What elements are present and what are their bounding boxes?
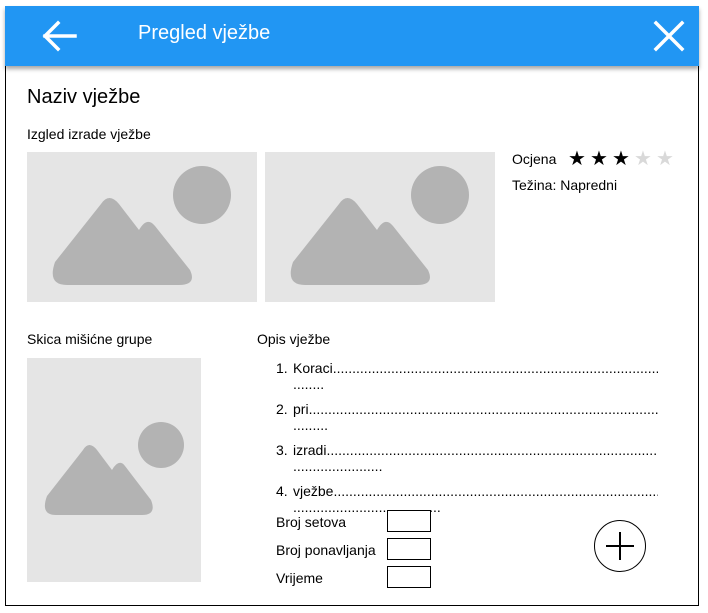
step-dots: ........................................… [332,360,658,376]
step-continuation: ......... [293,417,329,433]
sets-input[interactable] [387,510,431,532]
reps-label: Broj ponavljanja [276,542,376,558]
time-label: Vrijeme [276,570,323,586]
images-label: Izgled izrade vježbe [27,126,151,142]
plus-icon [606,532,634,560]
muscle-group-image [27,358,201,582]
reps-input[interactable] [387,538,431,560]
sets-label: Broj setova [276,514,347,530]
star-icon: ★ [656,148,674,170]
description-label: Opis vježbe [257,331,331,347]
exercise-name: Naziv vježbe [27,86,141,108]
close-icon [653,20,685,52]
image-placeholder-icon [290,166,469,285]
rating-label: Ocjena [512,151,557,167]
star-icon: ★ [612,148,630,170]
difficulty-label: Težina: Napredni [512,177,618,193]
step-number: 3. [276,442,288,458]
app-bar: Pregled vježbe [5,6,699,66]
list-item: 2. pri .................................… [276,401,658,434]
step-dots: ........................................… [333,483,658,499]
page-title: Pregled vježbe [138,22,271,44]
step-number: 1. [276,360,288,376]
back-button[interactable] [41,18,81,54]
star-icon: ★ [590,148,608,170]
step-text: izradi [293,442,327,458]
list-item: 4. vježbe ..............................… [276,483,658,516]
step-number: 2. [276,401,288,417]
steps-list: 1. Koraci ..............................… [276,360,658,524]
list-item: 1. Koraci ..............................… [276,360,658,393]
step-text: Koraci [293,360,333,376]
time-input[interactable] [387,566,431,588]
arrow-left-icon [42,20,77,52]
exercise-image-1 [27,152,257,302]
image-placeholder-icon [52,166,231,285]
image-placeholder-icon [44,422,184,515]
add-button[interactable] [594,520,646,572]
rating-stars: ★ ★ ★ ★ ★ [566,148,676,170]
step-dots: ........................................… [326,442,658,458]
step-continuation: ........ [293,376,325,392]
close-button[interactable] [651,18,687,54]
exercise-image-2 [265,152,495,302]
star-icon: ★ [568,148,586,170]
list-item: 3. izradi ..............................… [276,442,658,475]
step-text: vježbe [293,483,334,499]
muscle-group-label: Skica mišićne grupe [27,331,153,347]
step-dots: ........................................… [308,401,658,417]
step-number: 4. [276,483,288,499]
step-text: pri [293,401,309,417]
step-continuation: ....................... [293,458,383,474]
star-icon: ★ [634,148,652,170]
